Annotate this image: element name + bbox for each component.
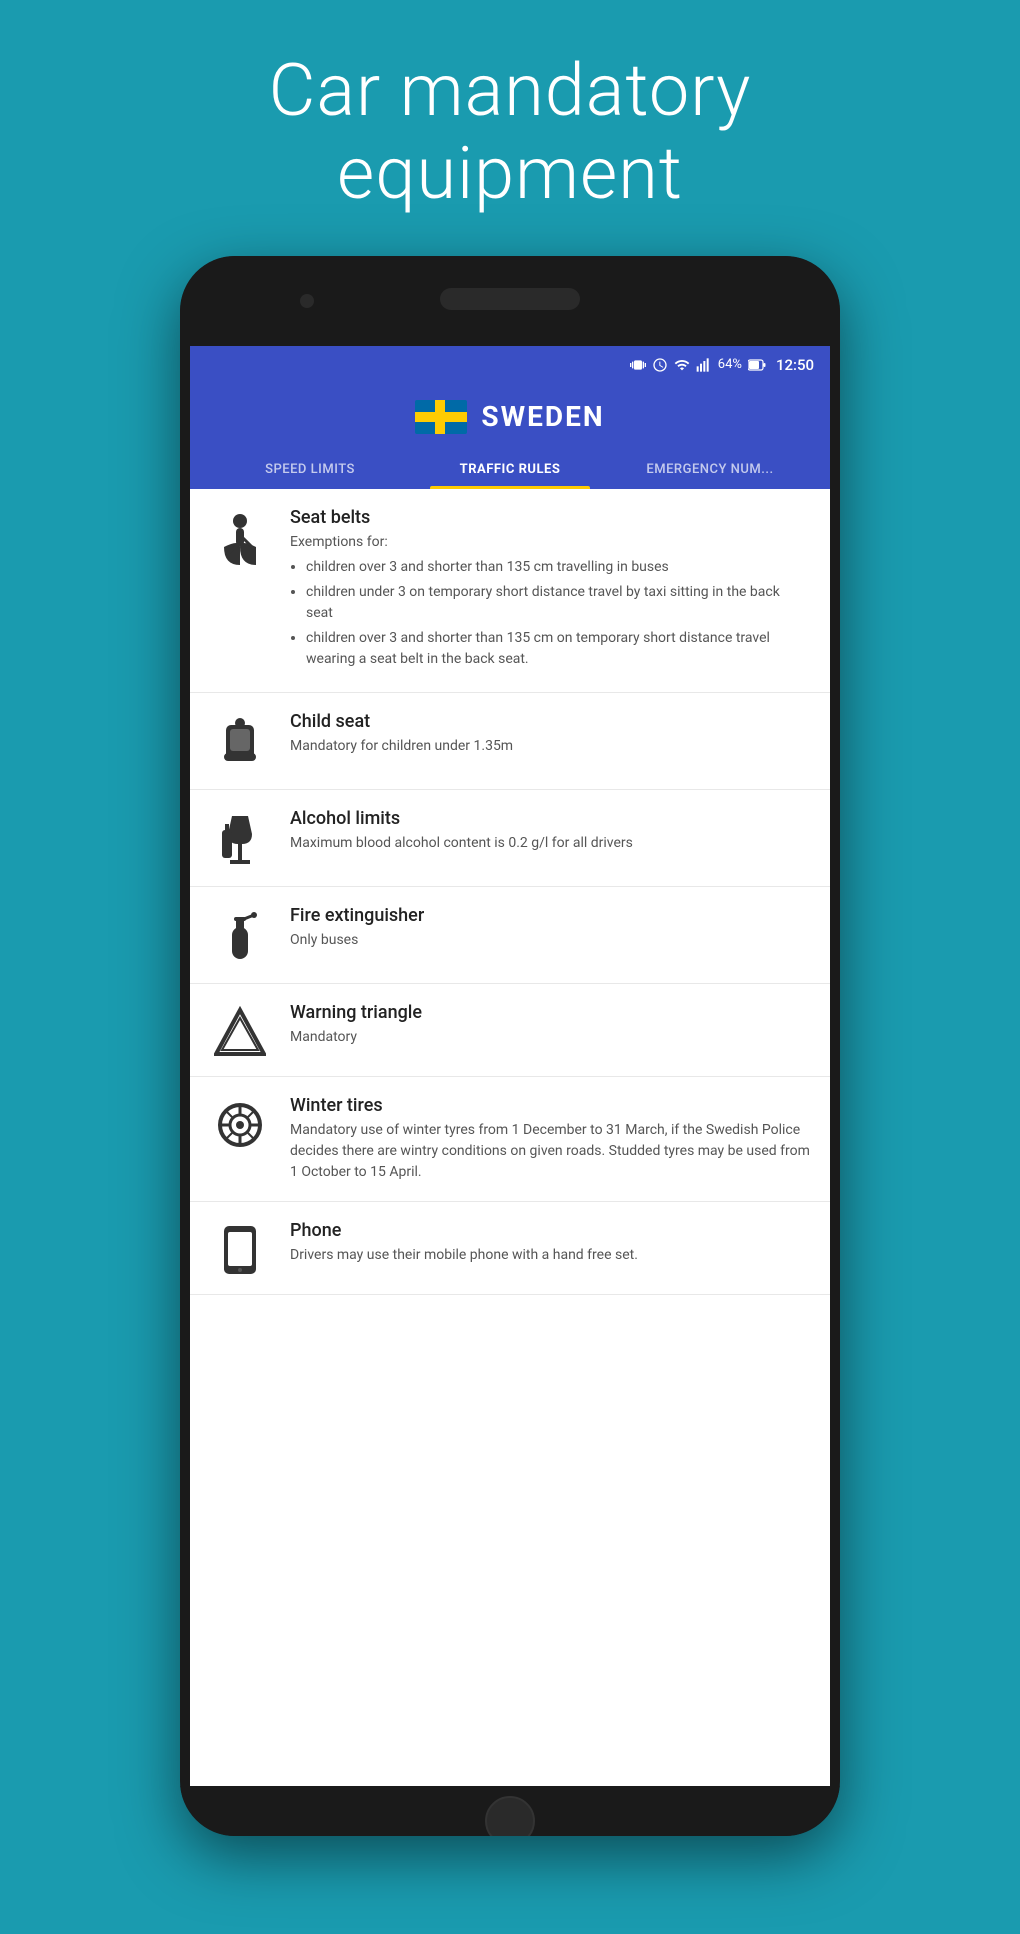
status-icons: 64% 12:50 <box>630 356 814 374</box>
flag-cross-vertical <box>435 400 445 434</box>
winter-tires-text: Winter tires Mandatory use of winter tyr… <box>290 1095 810 1183</box>
home-button[interactable] <box>485 1796 535 1836</box>
child-seat-icon <box>210 711 270 771</box>
seat-belt-icon <box>210 507 270 567</box>
winter-tires-desc: Mandatory use of winter tyres from 1 Dec… <box>290 1120 810 1183</box>
wifi-icon <box>674 357 690 373</box>
list-item-child-seat: Child seat Mandatory for children under … <box>190 693 830 790</box>
status-time: 12:50 <box>776 356 814 374</box>
page-title: Car mandatory equipment <box>100 50 920 216</box>
page-title-area: Car mandatory equipment <box>0 0 1020 246</box>
phone: 64% 12:50 <box>180 256 840 1836</box>
signal-icon <box>696 357 712 373</box>
phone-wrapper: 64% 12:50 <box>0 246 1020 1836</box>
tab-emergency-numbers[interactable]: EMERGENCY NUM... <box>610 450 810 489</box>
alarm-icon <box>652 357 668 373</box>
sweden-flag <box>415 400 467 434</box>
alcohol-limits-desc: Maximum blood alcohol content is 0.2 g/l… <box>290 833 810 854</box>
alcohol-limits-title: Alcohol limits <box>290 808 810 829</box>
country-row: SWEDEN <box>415 400 604 434</box>
warning-triangle-text: Warning triangle Mandatory <box>290 1002 810 1048</box>
child-seat-desc: Mandatory for children under 1.35m <box>290 736 810 757</box>
status-bar: 64% 12:50 <box>190 346 830 384</box>
list-item-alcohol-limits: Alcohol limits Maximum blood alcohol con… <box>190 790 830 887</box>
phone-desc: Drivers may use their mobile phone with … <box>290 1245 810 1266</box>
app-header: SWEDEN SPEED LIMITS TRAFFIC RULES EMERGE… <box>190 384 830 489</box>
content-area: Seat belts Exemptions for: children over… <box>190 489 830 1771</box>
battery-percent: 64% <box>718 357 742 372</box>
alcohol-icon <box>210 808 270 868</box>
list-item-seat-belts: Seat belts Exemptions for: children over… <box>190 489 830 693</box>
fire-extinguisher-title: Fire extinguisher <box>290 905 810 926</box>
warning-triangle-icon <box>210 1002 270 1058</box>
seat-belts-desc: Exemptions for: children over 3 and shor… <box>290 532 810 670</box>
winter-tires-title: Winter tires <box>290 1095 810 1116</box>
phone-top-bezel <box>180 256 840 346</box>
seat-belts-text: Seat belts Exemptions for: children over… <box>290 507 810 674</box>
tab-bar: SPEED LIMITS TRAFFIC RULES EMERGENCY NUM… <box>210 450 810 489</box>
list-item-warning-triangle: Warning triangle Mandatory <box>190 984 830 1077</box>
fire-extinguisher-text: Fire extinguisher Only buses <box>290 905 810 951</box>
country-name: SWEDEN <box>481 400 604 433</box>
list-item-winter-tires: Winter tires Mandatory use of winter tyr… <box>190 1077 830 1202</box>
child-seat-text: Child seat Mandatory for children under … <box>290 711 810 757</box>
warning-triangle-title: Warning triangle <box>290 1002 810 1023</box>
battery-icon <box>748 359 766 371</box>
phone-camera <box>300 294 314 308</box>
list-item-fire-extinguisher: Fire extinguisher Only buses <box>190 887 830 984</box>
phone-bottom-bezel <box>180 1786 840 1836</box>
phone-icon <box>210 1220 270 1276</box>
fire-extinguisher-icon <box>210 905 270 965</box>
fire-extinguisher-desc: Only buses <box>290 930 810 951</box>
tab-traffic-rules[interactable]: TRAFFIC RULES <box>410 450 610 489</box>
tab-speed-limits[interactable]: SPEED LIMITS <box>210 450 410 489</box>
phone-title: Phone <box>290 1220 810 1241</box>
seat-belts-title: Seat belts <box>290 507 810 528</box>
alcohol-limits-text: Alcohol limits Maximum blood alcohol con… <box>290 808 810 854</box>
phone-text: Phone Drivers may use their mobile phone… <box>290 1220 810 1266</box>
warning-triangle-desc: Mandatory <box>290 1027 810 1048</box>
child-seat-title: Child seat <box>290 711 810 732</box>
phone-screen: 64% 12:50 <box>190 346 830 1786</box>
page-background: Car mandatory equipment <box>0 0 1020 1934</box>
winter-tires-icon <box>210 1095 270 1151</box>
list-item-phone: Phone Drivers may use their mobile phone… <box>190 1202 830 1295</box>
phone-speaker <box>440 288 580 310</box>
vibrate-icon <box>630 357 646 373</box>
